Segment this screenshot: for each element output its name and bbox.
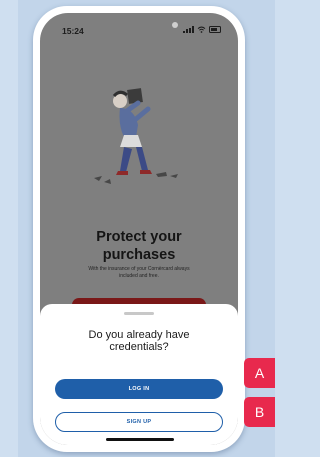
hero-subtitle-line-2: included and free.: [119, 273, 159, 279]
login-button[interactable]: LOG IN: [55, 379, 223, 399]
phone-frame: 15:24 Protect your purchases With the in…: [33, 6, 245, 452]
annotation-tag-a: A: [244, 358, 275, 388]
battery-icon: [209, 26, 221, 33]
hero-title: Protect your purchases: [40, 228, 238, 264]
wifi-icon: [197, 26, 206, 33]
sheet-title: Do you already have credentials?: [50, 329, 228, 353]
credentials-bottom-sheet: Do you already have credentials? LOG IN …: [40, 304, 238, 445]
home-indicator: [106, 438, 174, 441]
camera-sensor: [172, 22, 178, 28]
status-icons: [183, 26, 221, 33]
sheet-title-line-1: Do you already have: [88, 329, 190, 341]
hero-subtitle-line-1: With the insurance of your Cornèrcard al…: [88, 266, 190, 272]
shopper-illustration: [94, 88, 178, 184]
hero-subtitle: With the insurance of your Cornèrcard al…: [64, 266, 214, 280]
sheet-title-line-2: credentials?: [109, 341, 169, 353]
sheet-drag-handle[interactable]: [124, 312, 154, 315]
signal-icon: [183, 26, 194, 33]
annotation-tag-b: B: [244, 397, 275, 427]
app-screen: 15:24 Protect your purchases With the in…: [40, 13, 238, 445]
signup-button[interactable]: SIGN UP: [55, 412, 223, 432]
hero-title-line-1: Protect your: [96, 229, 182, 245]
status-bar: 15:24: [40, 13, 238, 43]
status-time: 15:24: [62, 26, 84, 36]
hero-title-line-2: purchases: [102, 247, 176, 263]
